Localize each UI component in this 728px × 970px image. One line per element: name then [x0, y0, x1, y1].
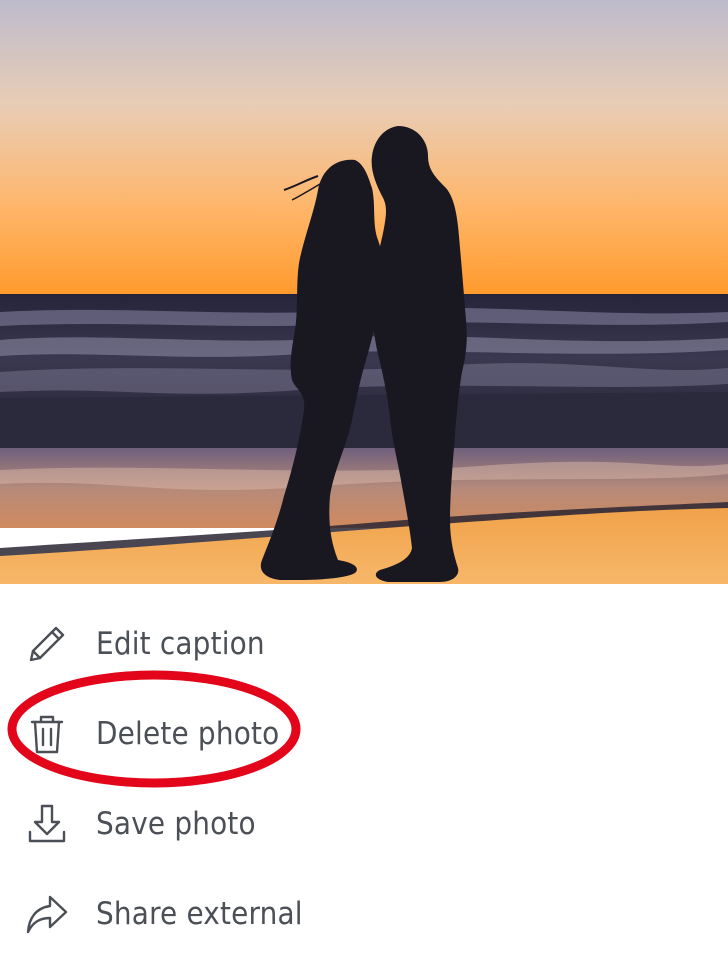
save-photo-label: Save photo — [96, 806, 256, 842]
edit-caption-label: Edit caption — [96, 626, 265, 662]
trash-icon — [24, 711, 70, 757]
post-photo[interactable] — [0, 0, 728, 584]
pencil-icon — [24, 621, 70, 667]
photo-image — [0, 0, 728, 584]
delete-photo-item[interactable]: Delete photo — [0, 694, 728, 774]
delete-photo-label: Delete photo — [96, 716, 280, 752]
edit-caption-item[interactable]: Edit caption — [0, 604, 728, 684]
share-external-item[interactable]: Share external — [0, 874, 728, 954]
save-photo-item[interactable]: Save photo — [0, 784, 728, 864]
share-external-label: Share external — [96, 896, 303, 932]
share-arrow-icon — [24, 891, 70, 937]
photo-options-menu: Edit caption Delete photo Save photo Sha… — [0, 584, 728, 970]
download-icon — [24, 801, 70, 847]
